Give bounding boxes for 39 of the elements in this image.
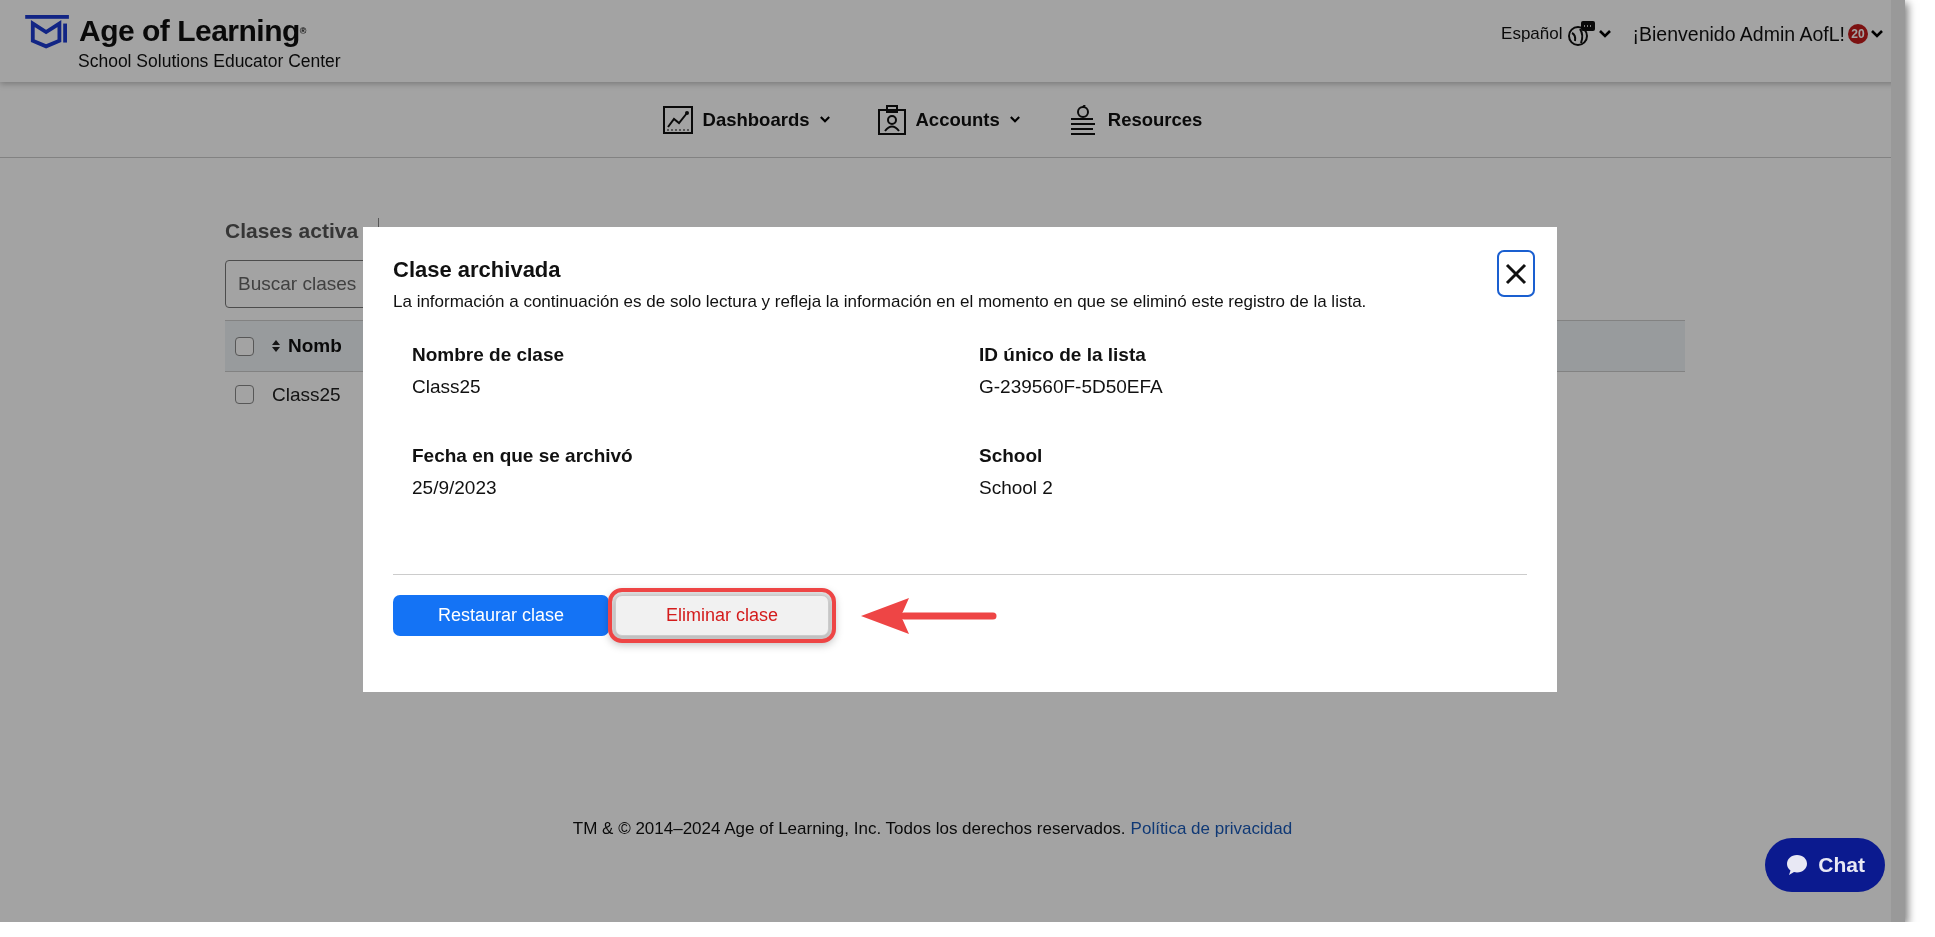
id-card-icon — [877, 104, 906, 135]
caret-icon — [1871, 30, 1883, 38]
logo-subtitle: School Solutions Educator Center — [78, 50, 341, 72]
field-value: School 2 — [979, 477, 1054, 499]
caret-icon — [819, 116, 830, 123]
speech-bubble-icon — [1785, 853, 1810, 877]
field-value: 25/9/2023 — [412, 477, 498, 499]
copyright-text: TM & © 2014–2024 Age of Learning, Inc. Todos los derechos reservados. — [572, 819, 1126, 839]
field-label: School — [979, 445, 1044, 467]
sort-icon — [272, 340, 280, 352]
scrollbar[interactable] — [1891, 0, 1905, 922]
privacy-link[interactable]: Política de privacidad — [1130, 819, 1293, 839]
logo-title: Age of Learning$^{®}$ — [79, 14, 306, 47]
tab[interactable]: Clases activa — [225, 219, 359, 243]
caret-icon — [1009, 116, 1020, 123]
nav-link[interactable]: Resources — [1067, 104, 1203, 135]
checkbox[interactable] — [235, 336, 254, 356]
table-cell: Class25 — [272, 383, 341, 406]
nav-link[interactable]: Dashboards — [662, 105, 830, 134]
user-menu[interactable]: ¡Bienvenido Admin AofL! 20 — [1632, 22, 1883, 46]
chat-button[interactable]: Chat — [1765, 838, 1885, 892]
close-icon — [1504, 261, 1528, 286]
nav-link[interactable]: Accounts — [877, 104, 1020, 135]
globe-speech-icon — [1565, 21, 1596, 47]
checkbox[interactable] — [235, 385, 254, 404]
restore-button[interactable]: Restaurar clase — [393, 595, 609, 636]
field-label: Fecha en que se archivó — [412, 445, 634, 467]
field-value: Class25 — [412, 376, 482, 398]
chart-icon — [662, 105, 693, 134]
notification-badge: 20 — [1848, 24, 1868, 44]
modal-title: Clase archivada — [393, 257, 561, 283]
close-button[interactable] — [1497, 250, 1535, 297]
caret-icon — [1598, 30, 1611, 38]
modal-description: La información a continuación es de solo lectura y refleja la información en el momento en que se eliminó este registro de la lista. — [393, 292, 1367, 312]
field-label: Nombre de clase — [412, 344, 566, 366]
field-value: G-239560F-5D50EFA — [979, 376, 1164, 398]
language-selector[interactable]: Español — [1501, 21, 1611, 47]
column-header[interactable]: Nomb — [272, 335, 342, 357]
field-label: ID único de la lista — [979, 344, 1147, 366]
